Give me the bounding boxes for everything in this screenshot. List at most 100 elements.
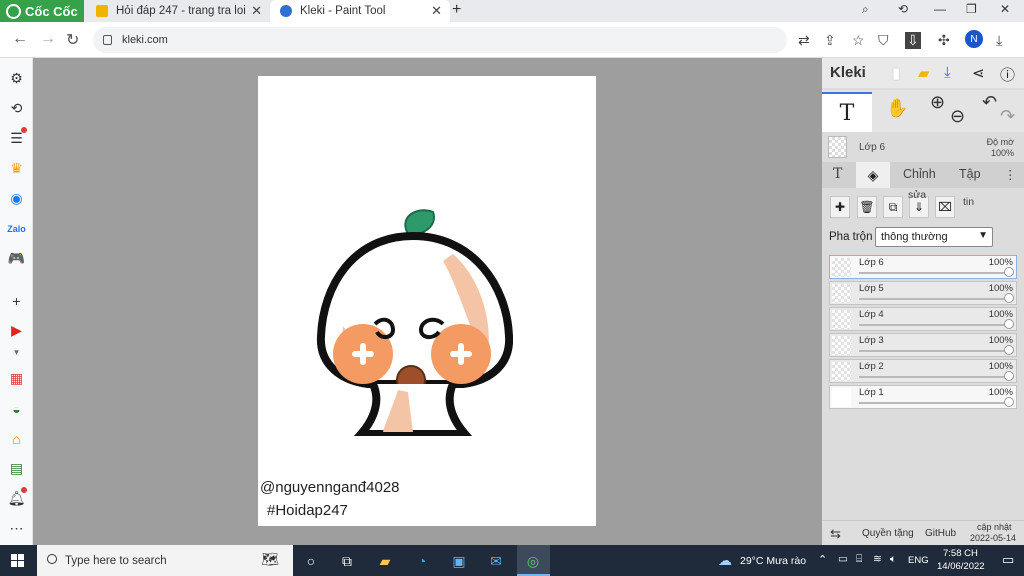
settings-gear-icon[interactable]: ⚙ (8, 70, 25, 87)
turtle-icon[interactable]: ◒ (8, 400, 25, 417)
close-tab-icon[interactable]: ✕ (431, 3, 442, 19)
close-tab-icon[interactable]: ✕ (251, 3, 262, 19)
add-sidebar-app-icon[interactable]: + (8, 292, 25, 309)
youtube-icon[interactable]: ▶ (8, 322, 25, 339)
back-button[interactable]: ← (12, 30, 28, 48)
opacity-slider-track[interactable] (859, 298, 1008, 300)
store-icon[interactable]: ▣ (450, 552, 468, 570)
open-folder-icon[interactable]: ▰ (918, 64, 930, 82)
share-icon[interactable]: ⋖ (972, 64, 985, 82)
chevron-down-icon[interactable]: ▾ (8, 344, 25, 361)
task-view-icon[interactable]: ⧉ (338, 552, 356, 570)
drawing-canvas[interactable]: @nguyennganđ4028 #Hoidap247 (258, 76, 596, 526)
layer-item[interactable]: Lớp 6 100% (829, 255, 1017, 279)
translate-icon[interactable]: ⇄ (798, 32, 810, 49)
donate-link[interactable]: Quyền tặng (862, 528, 914, 539)
opacity-slider-track[interactable] (859, 376, 1008, 378)
notifications-icon[interactable]: ▭ (1002, 552, 1014, 568)
tab-history-icon[interactable]: ⟲ (898, 2, 908, 16)
opacity-slider-knob[interactable] (1004, 397, 1014, 407)
clock-date[interactable]: 14/06/2022 (937, 561, 985, 572)
downloads-icon[interactable]: ⤓ (996, 32, 1002, 49)
share-icon[interactable]: ⇪ (824, 32, 836, 49)
restore-button[interactable]: ❐ (966, 2, 977, 16)
opacity-slider-track[interactable] (859, 324, 1008, 326)
tray-overflow-icon[interactable]: ⌃ (818, 553, 827, 566)
bookmark-star-icon[interactable]: ☆ (852, 32, 865, 49)
wifi-icon[interactable]: ≋ (873, 553, 882, 565)
undo-icon[interactable]: ↶ (982, 92, 997, 113)
network-icon[interactable]: ⌸ (856, 553, 862, 566)
close-window-button[interactable]: ✕ (1000, 2, 1010, 16)
mail-icon[interactable]: ✉ (487, 552, 505, 570)
search-tabs-icon[interactable]: ⌕ (862, 2, 869, 17)
download-icon[interactable]: ⤓ (944, 64, 951, 81)
windows-start-icon[interactable] (11, 554, 24, 567)
messenger-icon[interactable]: ◉ (8, 190, 25, 207)
taskbar-coccoc-active[interactable]: ◎ (517, 545, 550, 576)
add-layer-button[interactable]: ✚ (830, 196, 850, 218)
address-bar[interactable]: kleki.com (93, 27, 787, 53)
opacity-slider-track[interactable] (859, 402, 1008, 404)
tab-layers[interactable]: ◈ (856, 162, 890, 188)
weather-icon[interactable]: ☁ (718, 552, 732, 569)
delete-layer-button[interactable]: 🗑︎ (857, 196, 877, 218)
opacity-slider-knob[interactable] (1004, 293, 1014, 303)
game-controller-icon[interactable]: 🎮 (8, 250, 25, 267)
new-file-icon[interactable]: ▮ (892, 64, 900, 82)
spreadsheet-icon[interactable]: ▤ (8, 460, 25, 477)
cortana-icon[interactable]: ○ (302, 552, 320, 570)
calendar-icon[interactable]: ▦ (8, 370, 25, 387)
shopping-icon[interactable]: ⌂ (8, 430, 25, 447)
reload-button[interactable]: ↻ (66, 30, 79, 50)
kleki-logo[interactable]: Kleki (830, 64, 866, 81)
more-options-icon[interactable]: ⋮ (1004, 167, 1017, 182)
tab-file[interactable]: Tập (959, 167, 981, 181)
layer-item[interactable]: Lớp 4 100% (829, 307, 1017, 331)
tab-hoidap[interactable]: Hỏi đáp 247 - trang tra loi ✕ (86, 0, 270, 22)
minimize-button[interactable]: — (934, 2, 946, 16)
opacity-slider-knob[interactable] (1004, 319, 1014, 329)
canvas-workspace[interactable]: @nguyennganđ4028 #Hoidap247 (33, 58, 822, 545)
opacity-slider-knob[interactable] (1004, 345, 1014, 355)
notification-bell-icon[interactable]: 🔔︎ (8, 487, 27, 507)
volume-icon[interactable]: 🔈︎ (890, 553, 896, 566)
tab-edit[interactable]: Chỉnh (903, 167, 936, 181)
opacity-slider-track[interactable] (859, 272, 1008, 274)
forward-button[interactable]: → (40, 30, 56, 48)
taskbar-search-input[interactable]: Type here to search 🗺︎ (37, 545, 293, 576)
language-indicator[interactable]: ENG (908, 555, 929, 566)
layer-item[interactable]: Lớp 1 100% (829, 385, 1017, 409)
opacity-slider-knob[interactable] (1004, 371, 1014, 381)
coccoc-menu-button[interactable]: Cốc Cốc (0, 0, 84, 22)
github-link[interactable]: GitHub (925, 528, 956, 539)
opacity-slider-track[interactable] (859, 350, 1008, 352)
hand-tool-icon[interactable]: ✋ (886, 98, 908, 119)
extensions-icon[interactable]: ✣ (938, 32, 950, 49)
zoom-in-icon[interactable]: ⊕ (930, 92, 945, 113)
zalo-icon[interactable]: Zalo (7, 220, 26, 237)
file-explorer-icon[interactable]: ▰ (376, 552, 394, 570)
edge-icon[interactable]: ◔ (413, 552, 431, 570)
zoom-out-icon[interactable]: ⊖ (950, 106, 965, 127)
profile-avatar[interactable]: N (965, 30, 983, 48)
more-options-icon[interactable]: ⋯ (8, 520, 25, 537)
layer-item[interactable]: Lớp 3 100% (829, 333, 1017, 357)
download-extension-icon[interactable]: ⇩ (905, 32, 921, 49)
text-tool-button[interactable]: T (822, 92, 872, 132)
history-icon[interactable]: ⟲ (8, 100, 25, 117)
rename-layer-button[interactable]: ⌧ (935, 196, 955, 218)
tab-kleki[interactable]: Kleki - Paint Tool ✕ (270, 0, 450, 22)
clock-time[interactable]: 7:58 CH (943, 548, 978, 559)
battery-icon[interactable]: ▭ (838, 553, 848, 565)
redo-icon[interactable]: ↷ (1000, 106, 1015, 127)
shield-icon[interactable]: ⛉ (878, 32, 889, 49)
layer-item[interactable]: Lớp 2 100% (829, 359, 1017, 383)
new-tab-button[interactable]: + (452, 1, 461, 19)
swap-panel-icon[interactable]: ⇆ (830, 526, 841, 542)
crown-icon[interactable]: ♛ (8, 160, 25, 177)
blend-mode-select[interactable]: thông thường ▼ (875, 227, 993, 247)
duplicate-layer-button[interactable]: ⧉ (883, 196, 903, 218)
reading-list-icon[interactable]: ☰ (8, 127, 27, 147)
layer-item[interactable]: Lớp 5 100% (829, 281, 1017, 305)
